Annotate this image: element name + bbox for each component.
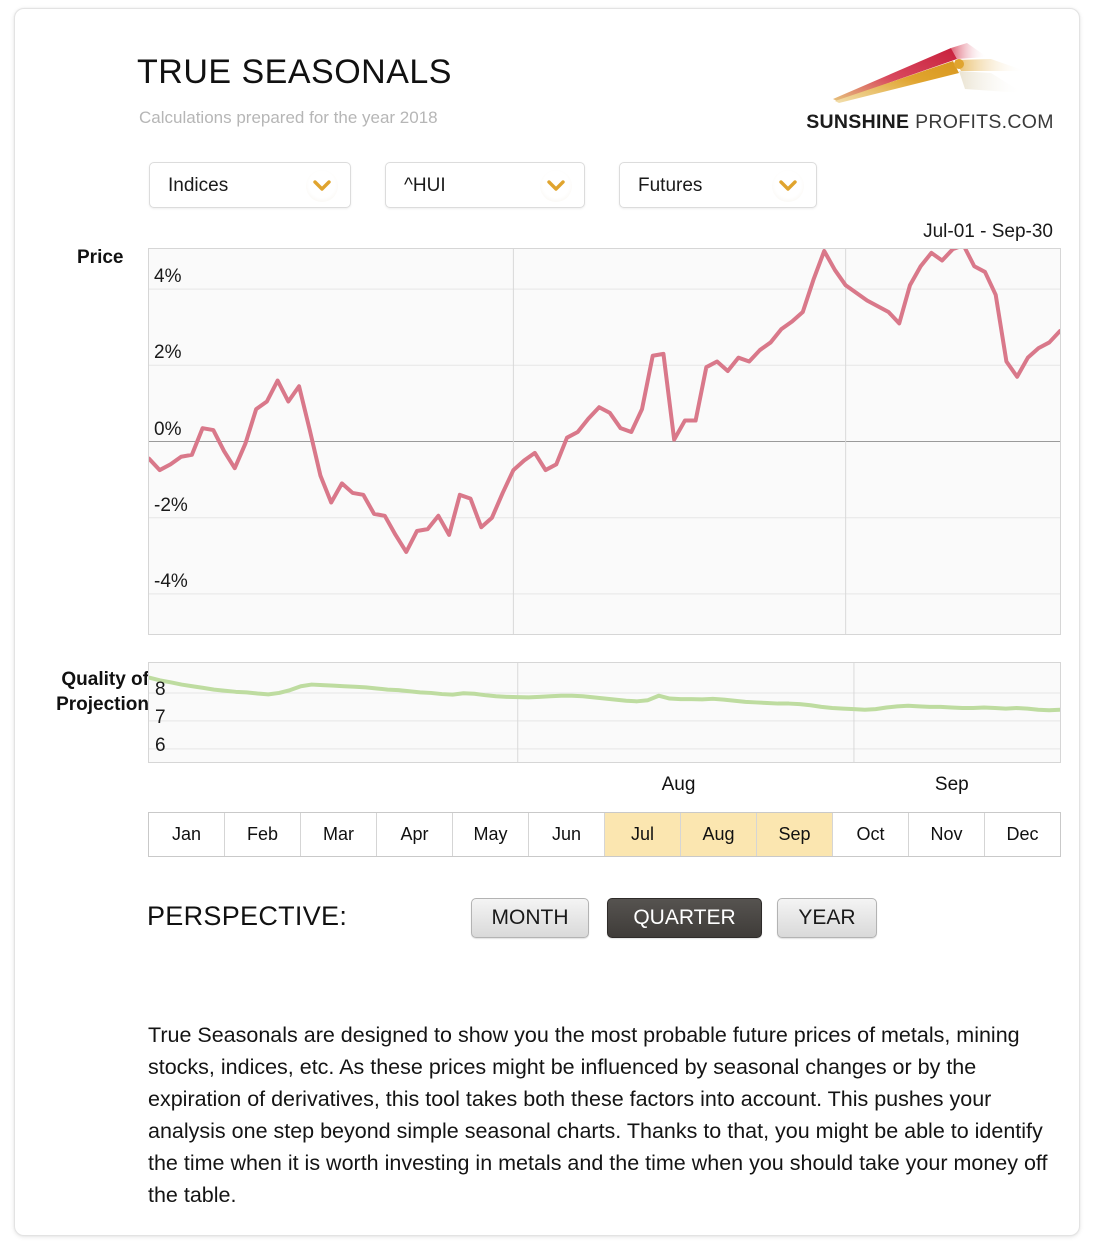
x-axis-tick-label: Aug <box>662 774 696 796</box>
month-cell-may[interactable]: May <box>453 813 529 856</box>
month-cell-aug[interactable]: Aug <box>681 813 757 856</box>
brand-bold: SUNSHINE <box>806 111 909 133</box>
contract-dropdown-value: Futures <box>638 174 702 198</box>
symbol-dropdown-value: ^HUI <box>404 174 446 198</box>
price-axis-title: Price <box>77 247 123 269</box>
contract-dropdown[interactable]: Futures <box>619 162 817 208</box>
date-range-label: Jul-01 - Sep-30 <box>15 221 1061 243</box>
brand-wordmark: SUNSHINE PROFITS.COM <box>805 111 1055 134</box>
page-title: TRUE SEASONALS <box>137 53 452 92</box>
market-dropdown[interactable]: Indices <box>149 162 351 208</box>
month-cell-mar[interactable]: Mar <box>301 813 377 856</box>
month-cell-jan[interactable]: Jan <box>149 813 225 856</box>
price-gridlines <box>149 249 1060 634</box>
price-y-tick-label: 2% <box>154 342 181 364</box>
price-chart <box>148 248 1061 635</box>
price-y-tick-label: -2% <box>154 495 188 517</box>
month-cell-sep[interactable]: Sep <box>757 813 833 856</box>
quality-y-tick-label: 7 <box>155 707 166 729</box>
chevron-down-icon[interactable] <box>306 170 338 202</box>
quality-gridlines <box>149 663 1060 762</box>
market-dropdown-value: Indices <box>168 174 228 198</box>
price-chart-plot <box>149 249 1060 634</box>
quality-y-tick-label: 6 <box>155 735 166 757</box>
symbol-dropdown[interactable]: ^HUI <box>385 162 585 208</box>
x-axis-tick-label: Sep <box>935 774 969 796</box>
month-cell-dec[interactable]: Dec <box>985 813 1060 856</box>
perspective-quarter-button[interactable]: QUARTER <box>607 898 762 938</box>
description-text: True Seasonals are designed to show you … <box>148 1019 1060 1211</box>
price-y-tick-label: -4% <box>154 571 188 593</box>
quality-chart-plot <box>149 663 1060 762</box>
quality-axis-title-line1: Quality of <box>61 669 149 690</box>
brand-logo: SUNSHINE PROFITS.COM <box>805 37 1065 147</box>
price-series-line <box>149 249 1060 552</box>
month-cell-jun[interactable]: Jun <box>529 813 605 856</box>
brand-light: PROFITS.COM <box>909 111 1053 133</box>
price-y-tick-label: 4% <box>154 266 181 288</box>
perspective-year-button[interactable]: YEAR <box>777 898 877 938</box>
chevron-down-icon[interactable] <box>540 170 572 202</box>
perspective-month-button[interactable]: MONTH <box>471 898 589 938</box>
month-cell-apr[interactable]: Apr <box>377 813 453 856</box>
month-cell-jul[interactable]: Jul <box>605 813 681 856</box>
perspective-label: PERSPECTIVE: <box>147 901 347 932</box>
month-cell-oct[interactable]: Oct <box>833 813 909 856</box>
month-cell-feb[interactable]: Feb <box>225 813 301 856</box>
chevron-down-icon[interactable] <box>772 170 804 202</box>
page-subtitle: Calculations prepared for the year 2018 <box>139 108 438 128</box>
sunshine-rays-logo-icon <box>815 37 1065 109</box>
month-cell-nov[interactable]: Nov <box>909 813 985 856</box>
app-card: TRUE SEASONALS Calculations prepared for… <box>14 8 1080 1236</box>
quality-chart <box>148 662 1061 763</box>
price-y-tick-label: 0% <box>154 419 181 441</box>
quality-series-line <box>149 678 1060 711</box>
month-selector[interactable]: JanFebMarAprMayJunJulAugSepOctNovDec <box>148 812 1061 857</box>
quality-axis-title-line2: Projection <box>56 694 149 715</box>
quality-y-tick-label: 8 <box>155 679 166 701</box>
quality-axis-title: Quality of Projection <box>39 667 149 717</box>
